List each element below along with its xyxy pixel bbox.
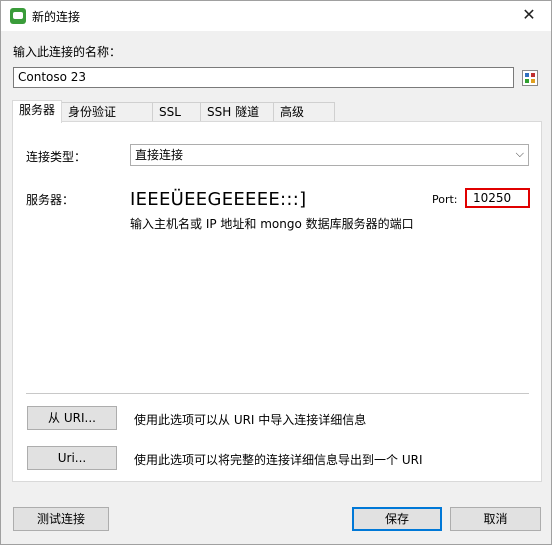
- uri-description: 使用此选项可以将完整的连接详细信息导出到一个 URI: [134, 453, 423, 467]
- tab-authentication[interactable]: 身份验证: [61, 102, 153, 122]
- port-label: Port:: [432, 193, 458, 206]
- tab-ssh-tunnel[interactable]: SSH 隧道: [200, 102, 274, 122]
- server-host-value[interactable]: IEEEÜEEGEEEEE:::]: [130, 189, 306, 211]
- app-icon: [10, 8, 26, 24]
- new-connection-dialog: 新的连接 ✕ 输入此连接的名称： Contoso 23 服务器 身份验证 SSL…: [0, 0, 552, 545]
- divider: [26, 393, 529, 394]
- connection-name-label: 输入此连接的名称：: [13, 45, 122, 59]
- save-button[interactable]: 保存: [352, 507, 442, 531]
- tab-strip: 服务器 身份验证 SSL SSH 隧道 高级: [12, 100, 542, 123]
- color-grid-icon[interactable]: [522, 70, 538, 86]
- from-uri-description: 使用此选项可以从 URI 中导入连接详细信息: [134, 413, 367, 427]
- tab-ssl[interactable]: SSL: [152, 102, 201, 122]
- close-icon[interactable]: ✕: [519, 5, 539, 25]
- uri-button[interactable]: Uri...: [27, 446, 117, 470]
- tab-advanced[interactable]: 高级: [273, 102, 335, 122]
- window-title: 新的连接: [32, 10, 81, 24]
- cancel-button[interactable]: 取消: [450, 507, 541, 531]
- connection-type-value: 直接连接: [135, 148, 184, 162]
- server-label: 服务器：: [26, 193, 75, 207]
- connection-type-label: 连接类型：: [26, 150, 87, 164]
- server-hint: 输入主机名或 IP 地址和 mongo 数据库服务器的端口: [130, 217, 414, 231]
- from-uri-button[interactable]: 从 URI...: [27, 406, 117, 430]
- chevron-down-icon: ⌵: [515, 147, 524, 160]
- port-input[interactable]: 10250: [465, 188, 530, 208]
- connection-name-input[interactable]: Contoso 23: [13, 67, 514, 88]
- connection-type-select[interactable]: 直接连接 ⌵: [130, 144, 529, 166]
- test-connection-button[interactable]: 测试连接: [13, 507, 109, 531]
- title-bar: 新的连接 ✕: [1, 1, 551, 31]
- tab-server[interactable]: 服务器: [12, 100, 62, 123]
